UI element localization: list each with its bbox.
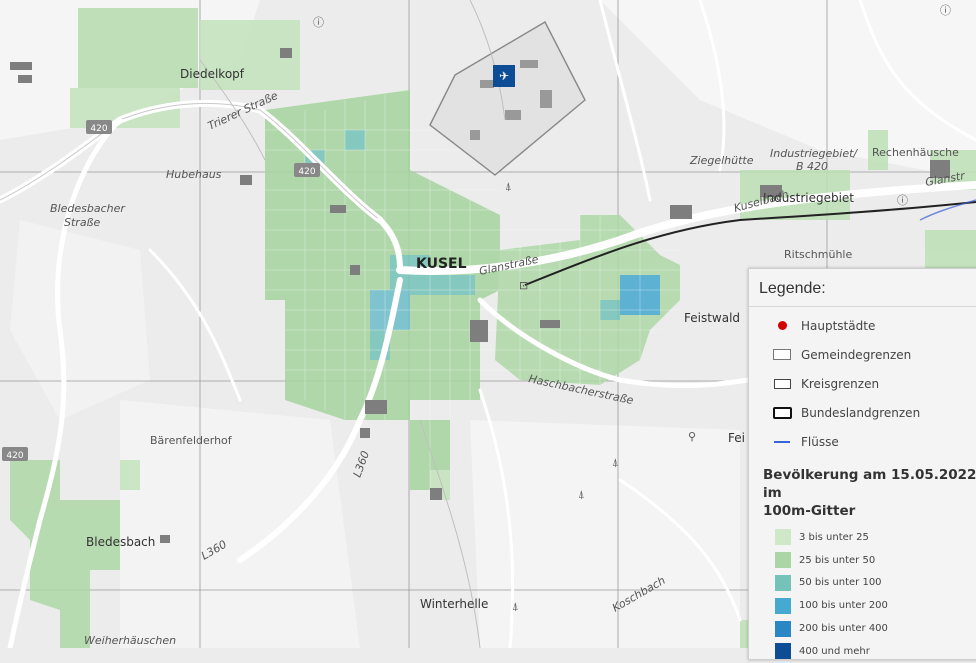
class-label: 3 bis unter 25: [799, 531, 869, 543]
class-swatch: [775, 620, 791, 637]
label-ziegelhuette: Ziegelhütte: [689, 154, 754, 167]
label-winterhelle: Winterhelle: [420, 597, 488, 611]
road-shield-b420: 420: [294, 163, 320, 177]
population-legend-title: Bevölkerung am 15.05.2022 im 100m-Gitter: [763, 467, 976, 519]
svg-text:420: 420: [90, 124, 107, 134]
label-baerenfelderhof: Bärenfelderhof: [150, 434, 233, 447]
svg-text:420: 420: [298, 167, 315, 177]
population-class-item: 400 und mehr: [749, 640, 976, 663]
population-class-item: 100 bis unter 200: [749, 594, 976, 617]
class-swatch: [775, 552, 791, 569]
road-shield-b420: 420: [86, 120, 112, 134]
legend-item-state-borders: Bundeslandgrenzen: [749, 398, 976, 427]
info-icon: ⓘ: [940, 4, 951, 17]
label-industriegebiet-b420: Industriegebiet/: [770, 147, 858, 160]
antenna-icon: ⍋: [505, 180, 512, 193]
class-swatch: [775, 574, 791, 591]
thick-box-icon: [771, 406, 793, 420]
blue-line-icon: [771, 435, 793, 449]
population-class-item: 3 bis unter 25: [749, 526, 976, 549]
class-label: 200 bis unter 400: [799, 623, 888, 635]
label-diedelkopf: Diedelkopf: [180, 67, 245, 81]
class-swatch: [775, 597, 791, 614]
road-shield-b420: 420: [2, 447, 28, 461]
label-rechenhaeuschen: Rechenhäusche: [872, 146, 959, 159]
label-bledesbach: Bledesbach: [86, 535, 155, 549]
legend-item-rivers: Flüsse: [749, 427, 976, 456]
pin-icon: ⚲: [688, 430, 696, 443]
station-icon: ⊡: [519, 279, 528, 292]
svg-text:✈: ✈: [499, 69, 509, 83]
class-swatch: [775, 643, 791, 660]
class-label: 100 bis unter 200: [799, 600, 888, 612]
population-class-item: 25 bis unter 50: [749, 549, 976, 572]
population-class-item: 50 bis unter 100: [749, 572, 976, 595]
population-classes: 3 bis unter 25 25 bis unter 50 50 bis unte…: [749, 526, 976, 663]
label-fei: Fei: [728, 431, 745, 445]
label-kusel: KUSEL: [416, 256, 467, 272]
class-label: 25 bis unter 50: [799, 554, 876, 566]
legend-item-municipal-borders: Gemeindegrenzen: [749, 340, 976, 369]
info-icon: ⓘ: [313, 16, 324, 29]
population-class-item: 200 bis unter 400: [749, 617, 976, 640]
label-feistwald: Feistwald: [684, 311, 740, 325]
label-ritschmuehle: Ritschmühle: [784, 248, 852, 261]
medium-box-icon: [771, 377, 793, 391]
antenna-icon: ⍋: [578, 488, 585, 501]
svg-text:420: 420: [6, 451, 23, 461]
label-street: Bledesbacher: [50, 202, 126, 215]
label-weiherhaeuschen: Weiherhäuschen: [84, 634, 176, 647]
legend-item-capitals: Hauptstädte: [749, 311, 976, 340]
antenna-icon: ⍋: [612, 456, 619, 469]
military-site-marker[interactable]: ✈: [493, 65, 515, 87]
label-industriegebiet-b420: B 420: [796, 160, 828, 173]
label-street: Straße: [64, 216, 100, 229]
label-hubehaus: Hubehaus: [166, 168, 222, 181]
monument-icon: ⍋: [512, 600, 519, 613]
legend-items: Hauptstädte Gemeindegrenzen Kreisgrenzen…: [749, 307, 976, 456]
thin-box-icon: [771, 348, 793, 362]
class-swatch: [775, 529, 791, 546]
class-label: 50 bis unter 100: [799, 577, 882, 589]
legend-title: Legende:: [749, 269, 976, 307]
info-icon: ⓘ: [897, 194, 908, 207]
legend-item-district-borders: Kreisgrenzen: [749, 369, 976, 398]
legend-panel: Legende: Hauptstädte Gemeindegrenzen Kre…: [748, 268, 976, 660]
red-dot-icon: [771, 319, 793, 333]
